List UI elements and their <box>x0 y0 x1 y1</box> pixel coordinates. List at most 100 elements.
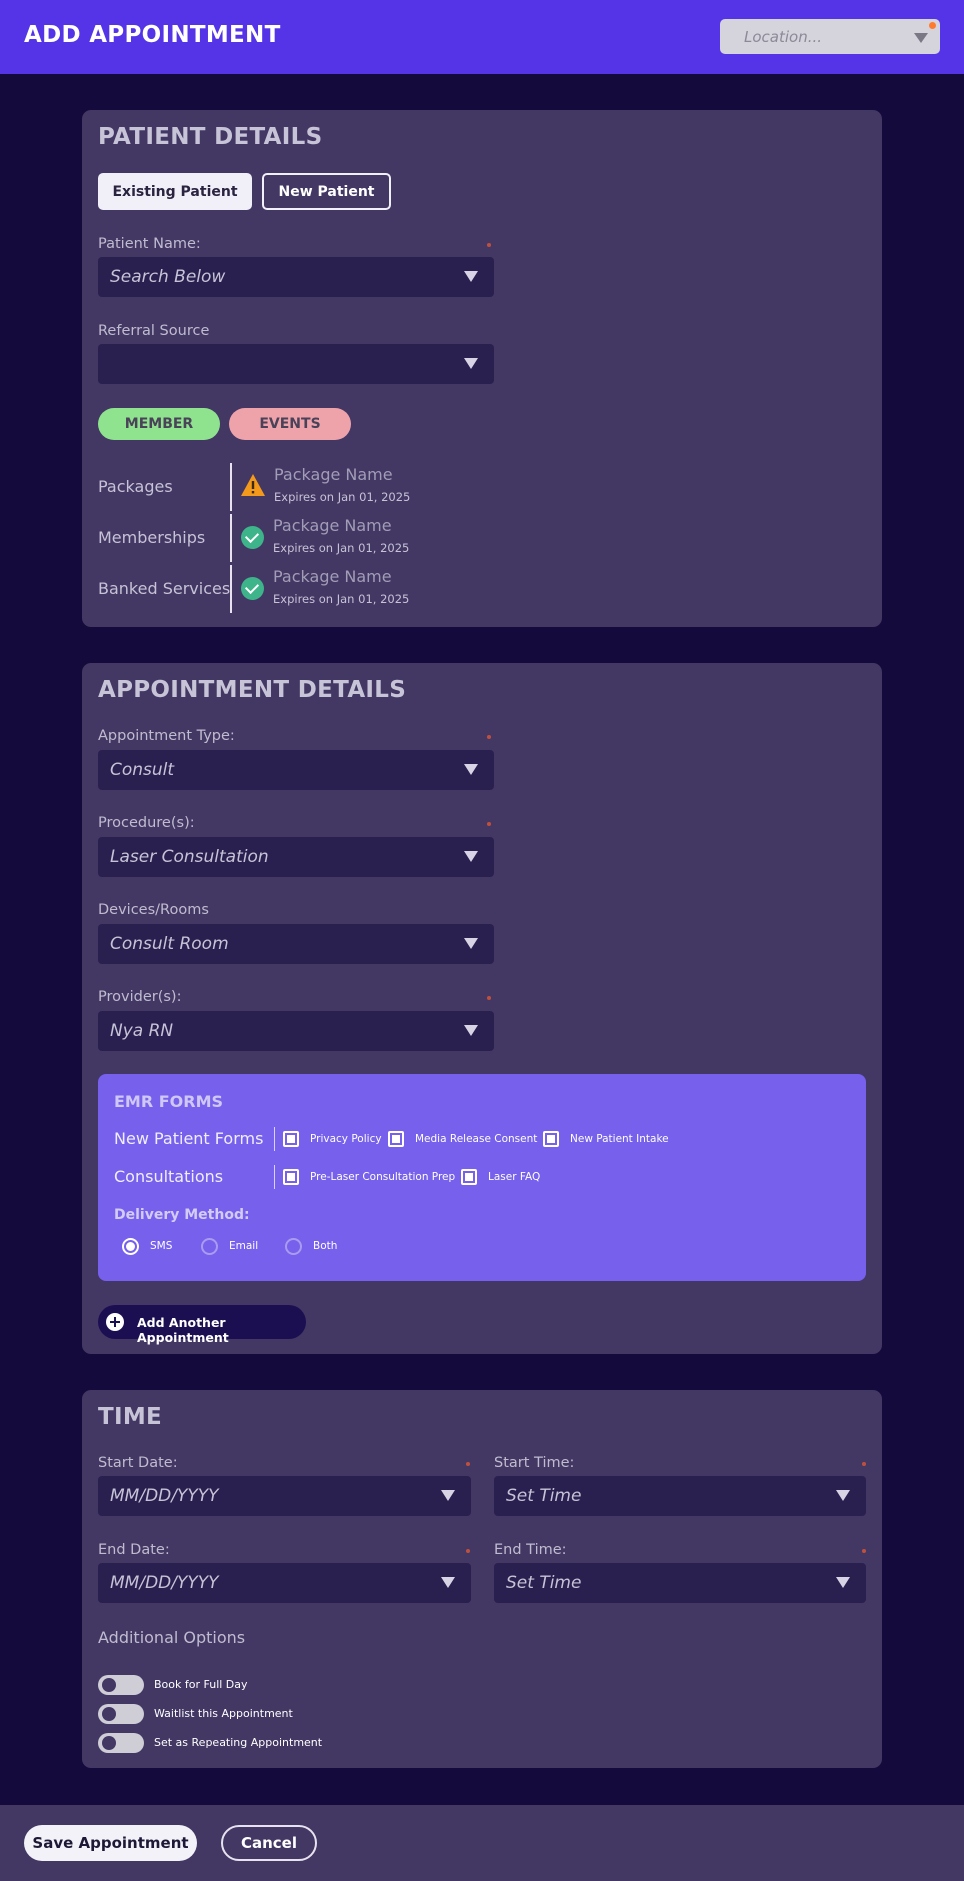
start-time-select[interactable]: Set Time <box>494 1476 866 1516</box>
end-time-value: Set Time <box>506 1573 582 1593</box>
membership-name: Package Name <box>273 516 392 535</box>
patient-details-title: PATIENT DETAILS <box>98 124 323 150</box>
member-tag[interactable]: MEMBER <box>98 408 220 440</box>
full-day-label: Book for Full Day <box>154 1678 248 1691</box>
banked-service-expiry: Expires on Jan 01, 2025 <box>273 592 410 606</box>
providers-label: Provider(s): <box>98 989 182 1005</box>
add-another-appointment-button[interactable]: Add Another Appointment <box>98 1305 306 1345</box>
appointment-type-value: Consult <box>110 760 175 780</box>
end-time-select[interactable]: Set Time <box>494 1563 866 1603</box>
chevron-down-icon <box>836 1577 850 1588</box>
memberships-label: Memberships <box>98 528 206 547</box>
privacy-policy-label: Privacy Policy <box>310 1133 382 1145</box>
membership-expiry: Expires on Jan 01, 2025 <box>273 541 410 555</box>
start-date-label: Start Date: <box>98 1455 178 1471</box>
required-indicator <box>487 735 491 739</box>
required-indicator <box>466 1462 470 1466</box>
media-release-label: Media Release Consent <box>415 1133 538 1145</box>
package-expiry: Expires on Jan 01, 2025 <box>274 490 411 504</box>
new-patient-button[interactable]: New Patient <box>262 173 391 210</box>
new-patient-intake-checkbox[interactable] <box>543 1131 559 1147</box>
divider <box>230 463 232 511</box>
sms-radio[interactable] <box>122 1238 139 1255</box>
chevron-down-icon <box>464 358 478 369</box>
divider <box>274 1165 275 1189</box>
delivery-method-label: Delivery Method: <box>114 1207 250 1223</box>
patient-name-label: Patient Name: <box>98 236 201 252</box>
chevron-down-icon <box>441 1490 455 1501</box>
start-date-select[interactable]: MM/DD/YYYY <box>98 1476 471 1516</box>
end-date-select[interactable]: MM/DD/YYYY <box>98 1563 471 1603</box>
consultations-label: Consultations <box>114 1167 224 1186</box>
required-indicator <box>487 243 491 247</box>
patient-name-select[interactable]: Search Below <box>98 257 494 297</box>
location-select[interactable]: Location... <box>720 19 940 54</box>
required-indicator <box>487 822 491 826</box>
procedures-select[interactable]: Laser Consultation <box>98 837 494 877</box>
banked-services-label: Banked Services <box>98 579 231 598</box>
both-label: Both <box>313 1240 338 1252</box>
appointment-type-select[interactable]: Consult <box>98 750 494 790</box>
waitlist-toggle[interactable] <box>98 1704 144 1724</box>
end-date-value: MM/DD/YYYY <box>110 1573 219 1593</box>
appointment-details-card: APPOINTMENT DETAILS Appointment Type: Co… <box>82 663 882 1354</box>
chevron-down-icon <box>441 1577 455 1588</box>
chevron-down-icon <box>464 764 478 775</box>
start-date-value: MM/DD/YYYY <box>110 1486 219 1506</box>
required-indicator <box>862 1462 866 1466</box>
repeating-toggle[interactable] <box>98 1733 144 1753</box>
media-release-checkbox[interactable] <box>388 1131 404 1147</box>
emr-forms-title: EMR FORMS <box>114 1092 224 1111</box>
both-radio[interactable] <box>285 1238 302 1255</box>
devices-rooms-select[interactable]: Consult Room <box>98 924 494 964</box>
add-another-label: Add Another Appointment <box>137 1315 229 1345</box>
save-appointment-button[interactable]: Save Appointment <box>24 1825 197 1861</box>
privacy-policy-checkbox[interactable] <box>283 1131 299 1147</box>
divider <box>230 565 232 613</box>
start-time-label: Start Time: <box>494 1455 575 1471</box>
start-time-value: Set Time <box>506 1486 582 1506</box>
patient-details-card: PATIENT DETAILS Existing Patient New Pat… <box>82 110 882 627</box>
notification-dot-icon <box>929 22 936 29</box>
package-name: Package Name <box>274 465 393 484</box>
divider <box>230 514 232 562</box>
check-icon <box>241 526 264 549</box>
check-icon <box>241 577 264 600</box>
emr-forms-panel: EMR FORMS New Patient Forms Privacy Poli… <box>98 1074 866 1281</box>
laser-faq-checkbox[interactable] <box>461 1169 477 1185</box>
chevron-down-icon <box>914 33 928 43</box>
referral-source-select[interactable] <box>98 344 494 384</box>
end-time-label: End Time: <box>494 1542 567 1558</box>
chevron-down-icon <box>464 938 478 949</box>
chevron-down-icon <box>836 1490 850 1501</box>
sms-label: SMS <box>150 1240 173 1252</box>
location-placeholder: Location... <box>744 28 823 46</box>
email-label: Email <box>229 1240 259 1252</box>
providers-select[interactable]: Nya RN <box>98 1011 494 1051</box>
repeating-label: Set as Repeating Appointment <box>154 1736 323 1749</box>
cancel-button[interactable]: Cancel <box>221 1825 317 1861</box>
procedures-label: Procedure(s): <box>98 815 195 831</box>
time-title: TIME <box>98 1404 163 1430</box>
appointment-details-title: APPOINTMENT DETAILS <box>98 677 407 703</box>
patient-name-value: Search Below <box>110 267 226 287</box>
waitlist-label: Waitlist this Appointment <box>154 1707 293 1720</box>
devices-rooms-label: Devices/Rooms <box>98 902 209 918</box>
pre-laser-prep-checkbox[interactable] <box>283 1169 299 1185</box>
providers-value: Nya RN <box>110 1021 174 1041</box>
required-indicator <box>487 996 491 1000</box>
chevron-down-icon <box>464 271 478 282</box>
required-indicator <box>862 1549 866 1553</box>
existing-patient-button[interactable]: Existing Patient <box>98 173 252 210</box>
events-tag[interactable]: EVENTS <box>229 408 351 440</box>
pre-laser-prep-label: Pre-Laser Consultation Prep <box>310 1171 456 1183</box>
warning-icon <box>241 474 265 496</box>
page-title: ADD APPOINTMENT <box>24 22 281 48</box>
additional-options-label: Additional Options <box>98 1628 246 1647</box>
plus-circle-icon <box>106 1313 124 1331</box>
top-bar: ADD APPOINTMENT Location... <box>0 0 964 74</box>
footer-bar: Save Appointment Cancel <box>0 1805 964 1881</box>
email-radio[interactable] <box>201 1238 218 1255</box>
full-day-toggle[interactable] <box>98 1675 144 1695</box>
chevron-down-icon <box>464 1025 478 1036</box>
